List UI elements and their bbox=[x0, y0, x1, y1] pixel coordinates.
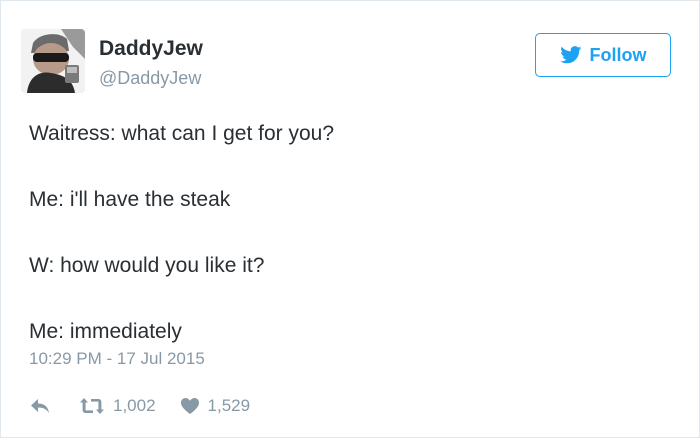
like-button[interactable]: 1,529 bbox=[180, 396, 251, 416]
heart-icon bbox=[180, 397, 200, 415]
avatar-image bbox=[21, 29, 85, 93]
like-count: 1,529 bbox=[207, 396, 251, 415]
tweet-line: W: how would you like it? bbox=[29, 254, 265, 277]
tweet-line: Me: immediately bbox=[29, 320, 182, 343]
avatar[interactable] bbox=[21, 29, 85, 93]
user-handle[interactable]: @DaddyJew bbox=[99, 67, 201, 89]
reply-button[interactable] bbox=[29, 397, 51, 415]
follow-button[interactable]: Follow bbox=[535, 33, 671, 77]
tweet-line: Me: i'll have the steak bbox=[29, 188, 231, 211]
tweet-timestamp[interactable]: 10:29 PM - 17 Jul 2015 bbox=[29, 348, 205, 370]
tweet-card: DaddyJew @DaddyJew Follow Waitress: what… bbox=[0, 0, 700, 438]
retweet-count: 1,002 bbox=[113, 396, 156, 415]
tweet-text: Waitress: what can I get for you? Me: i'… bbox=[29, 121, 669, 345]
display-name[interactable]: DaddyJew bbox=[99, 37, 203, 61]
tweet-actions: 1,002 1,529 bbox=[29, 393, 250, 419]
retweet-button[interactable]: 1,002 bbox=[79, 396, 156, 416]
retweet-icon bbox=[79, 397, 105, 415]
tweet-line: Waitress: what can I get for you? bbox=[29, 122, 335, 145]
follow-button-label: Follow bbox=[589, 44, 647, 65]
reply-icon bbox=[29, 397, 51, 415]
twitter-bird-icon bbox=[559, 46, 582, 64]
